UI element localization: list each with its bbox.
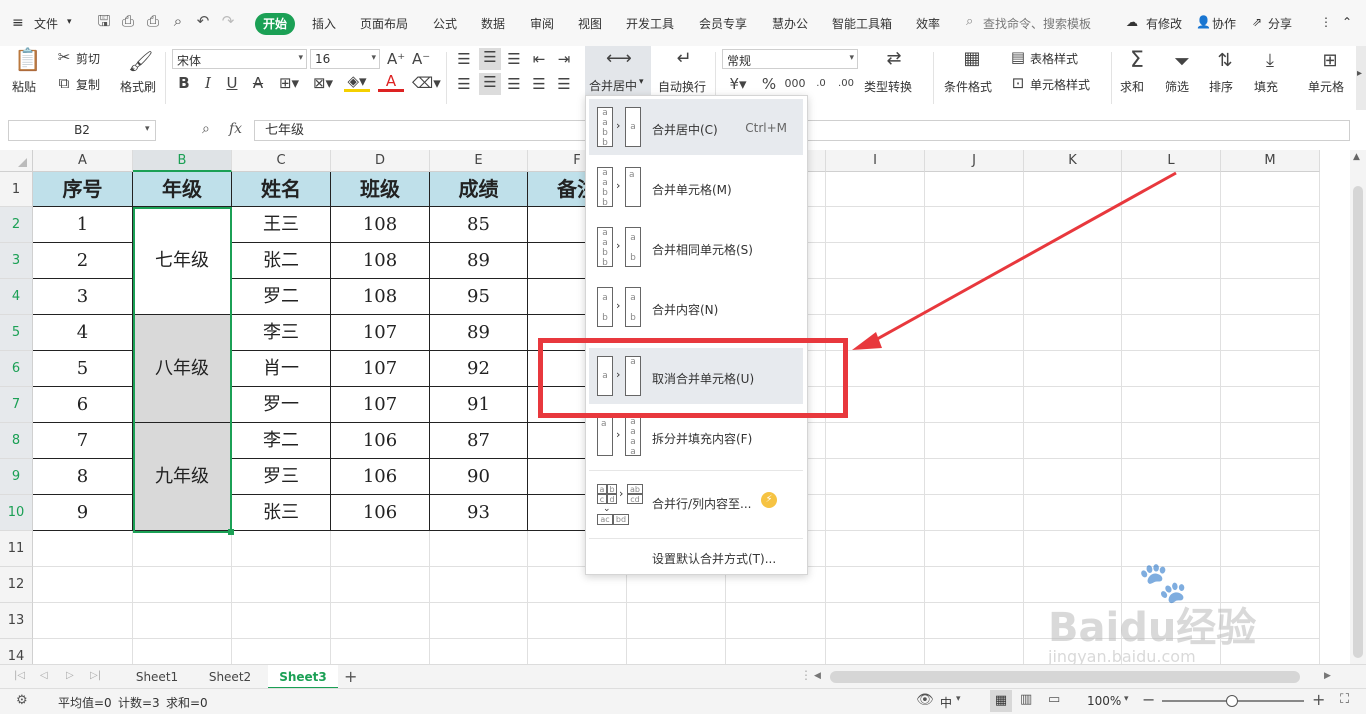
chevron-down-icon: ▾ bbox=[956, 694, 961, 704]
annotation-arrow-head bbox=[852, 332, 882, 350]
split-handle-icon[interactable]: ⋮ bbox=[800, 668, 812, 682]
zoom-level[interactable]: 100% bbox=[1087, 694, 1121, 708]
status-sum: 求和=0 bbox=[166, 696, 208, 710]
scroll-right-icon[interactable]: ▶ bbox=[1324, 671, 1331, 681]
input-method-indicator[interactable]: 中 bbox=[940, 694, 952, 711]
fullscreen-icon[interactable]: ⛶ bbox=[1340, 692, 1349, 707]
status-count: 计数=3 bbox=[118, 696, 160, 710]
status-average: 平均值=0 bbox=[58, 696, 112, 710]
watermark-brand: Baidu经验 bbox=[1048, 605, 1257, 651]
add-sheet-icon[interactable]: + bbox=[344, 667, 357, 686]
page-break-view-icon[interactable]: ▭ bbox=[1048, 692, 1060, 707]
scroll-left-icon[interactable]: ◀ bbox=[814, 671, 821, 681]
last-sheet-icon[interactable]: ▷| bbox=[90, 670, 101, 681]
chevron-down-icon: ▾ bbox=[1124, 694, 1129, 704]
zoom-in-icon[interactable]: + bbox=[1312, 690, 1325, 709]
sheet-tab-2[interactable]: Sheet2 bbox=[195, 665, 265, 689]
sheet-tab-1[interactable]: Sheet1 bbox=[123, 665, 191, 689]
horizontal-scroll-thumb[interactable] bbox=[830, 671, 1300, 683]
sheet-tab-3[interactable]: Sheet3 bbox=[268, 665, 338, 689]
eye-protection-icon[interactable]: 👁 bbox=[916, 692, 934, 708]
next-sheet-icon[interactable]: ▷ bbox=[66, 670, 74, 681]
page-layout-view-icon[interactable]: ▥ bbox=[1020, 692, 1032, 707]
zoom-out-icon[interactable]: − bbox=[1142, 690, 1155, 709]
prev-sheet-icon[interactable]: ◁ bbox=[40, 670, 48, 681]
sheet-tab-bar: |◁ ◁ ▷ ▷| Sheet1 Sheet2 Sheet3 + ⋮ ◀ ▶ bbox=[0, 664, 1366, 689]
annotation-arrow-line bbox=[869, 171, 1177, 345]
first-sheet-icon[interactable]: |◁ bbox=[14, 670, 25, 681]
macro-record-icon[interactable]: ⚙ bbox=[16, 693, 28, 708]
zoom-slider-thumb[interactable] bbox=[1226, 695, 1238, 707]
normal-view-icon[interactable]: ▦ bbox=[990, 690, 1012, 712]
status-bar: ⚙ 平均值=0 计数=3 求和=0 👁 中 ▾ ▦ ▥ ▭ 100% ▾ − +… bbox=[0, 688, 1366, 714]
